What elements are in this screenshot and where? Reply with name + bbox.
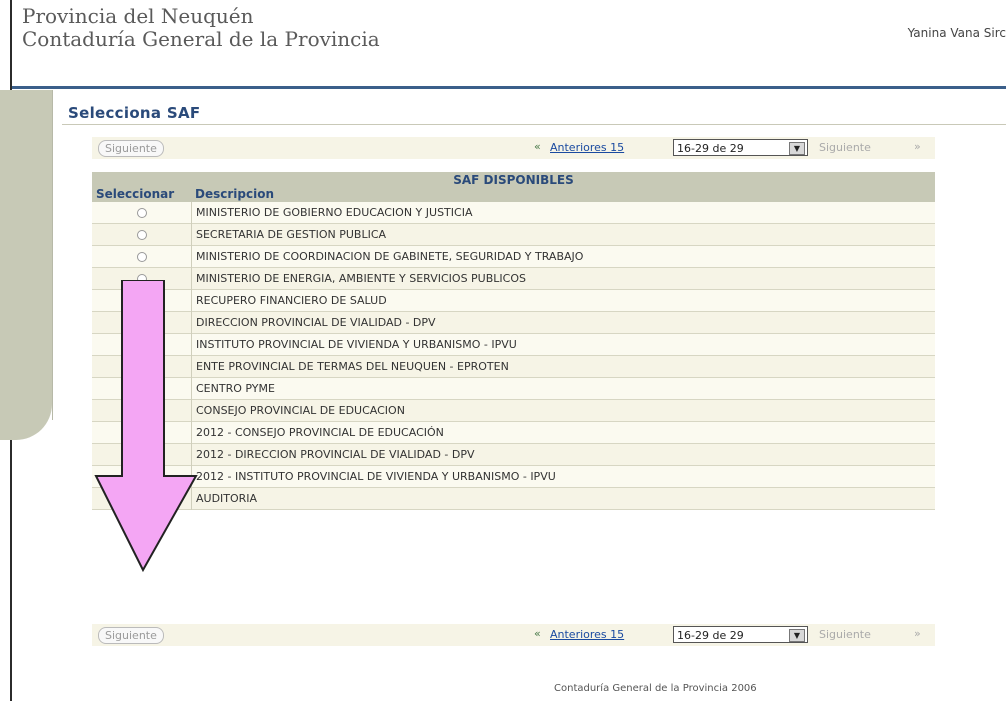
saf-description: ENTE PROVINCIAL DE TERMAS DEL NEUQUEN - …	[196, 360, 509, 373]
saf-description: 2012 - CONSEJO PROVINCIAL DE EDUCACIÓN	[196, 426, 444, 439]
pager-top: Siguiente « Anteriores 15 16-29 de 29 ▼ …	[92, 137, 935, 159]
table-body: MINISTERIO DE GOBIERNO EDUCACION Y JUSTI…	[92, 202, 935, 510]
table-row: SECRETARIA DE GESTION PUBLICA	[92, 224, 935, 246]
down-arrow-annotation	[94, 280, 198, 572]
saf-description: MINISTERIO DE GOBIERNO EDUCACION Y JUSTI…	[196, 206, 473, 219]
previous-page-link[interactable]: Anteriores 15	[550, 628, 624, 641]
range-select[interactable]: 16-29 de 29 ▼	[673, 139, 808, 156]
range-select-value: 16-29 de 29	[677, 629, 744, 642]
saf-description: SECRETARIA DE GESTION PUBLICA	[196, 228, 387, 241]
column-header-select: Seleccionar	[96, 187, 175, 201]
arrow-shape	[94, 280, 198, 572]
sidebar-panel	[0, 90, 52, 440]
previous-page-link[interactable]: Anteriores 15	[550, 141, 624, 154]
select-radio[interactable]	[137, 208, 147, 218]
header-divider	[12, 86, 1006, 89]
double-chevron-left-icon[interactable]: «	[534, 627, 541, 640]
saf-description: RECUPERO FINANCIERO DE SALUD	[196, 294, 387, 307]
table-row: CONSEJO PROVINCIAL DE EDUCACION	[92, 400, 935, 422]
saf-description: CENTRO PYME	[196, 382, 275, 395]
range-select[interactable]: 16-29 de 29 ▼	[673, 626, 808, 643]
saf-description: INSTITUTO PROVINCIAL DE VIVIENDA Y URBAN…	[196, 338, 517, 351]
double-chevron-right-icon: »	[914, 627, 921, 640]
table-row: CENTRO PYME	[92, 378, 935, 400]
select-cell	[92, 224, 192, 246]
table-row: AUDITORIA	[92, 488, 935, 510]
table-row: MINISTERIO DE ENERGIA, AMBIENTE Y SERVIC…	[92, 268, 935, 290]
double-chevron-right-icon: »	[914, 140, 921, 153]
table-row: MINISTERIO DE COORDINACION DE GABINETE, …	[92, 246, 935, 268]
select-radio[interactable]	[137, 230, 147, 240]
sidebar-edge	[52, 90, 53, 420]
org-title-line1: Provincia del Neuquén	[22, 4, 254, 28]
user-name: Yanina Vana Sirc	[907, 26, 1006, 40]
table-group-header: SAF DISPONIBLES	[453, 173, 574, 187]
select-cell	[92, 202, 192, 224]
saf-description: MINISTERIO DE COORDINACION DE GABINETE, …	[196, 250, 584, 263]
saf-description: DIRECCION PROVINCIAL DE VIALIDAD - DPV	[196, 316, 436, 329]
table-row: INSTITUTO PROVINCIAL DE VIVIENDA Y URBAN…	[92, 334, 935, 356]
table-header: SAF DISPONIBLES Seleccionar Descripcion	[92, 172, 935, 202]
table-row: 2012 - CONSEJO PROVINCIAL DE EDUCACIÓN	[92, 422, 935, 444]
saf-description: CONSEJO PROVINCIAL DE EDUCACION	[196, 404, 405, 417]
next-button[interactable]: Siguiente	[98, 627, 164, 644]
chevron-down-icon[interactable]: ▼	[789, 142, 805, 155]
saf-description: 2012 - DIRECCION PROVINCIAL DE VIALIDAD …	[196, 448, 475, 461]
saf-description: MINISTERIO DE ENERGIA, AMBIENTE Y SERVIC…	[196, 272, 526, 285]
table-row: RECUPERO FINANCIERO DE SALUD	[92, 290, 935, 312]
org-title-line2: Contaduría General de la Provincia	[22, 27, 380, 51]
range-select-value: 16-29 de 29	[677, 142, 744, 155]
column-header-description: Descripcion	[195, 187, 274, 201]
table-row: DIRECCION PROVINCIAL DE VIALIDAD - DPV	[92, 312, 935, 334]
saf-table: SAF DISPONIBLES Seleccionar Descripcion …	[92, 172, 935, 510]
table-row: 2012 - DIRECCION PROVINCIAL DE VIALIDAD …	[92, 444, 935, 466]
saf-description: AUDITORIA	[196, 492, 258, 505]
select-cell	[92, 246, 192, 268]
title-divider	[62, 124, 1006, 125]
next-button[interactable]: Siguiente	[98, 140, 164, 157]
chevron-down-icon[interactable]: ▼	[789, 629, 805, 642]
app-header: Provincia del Neuquén Contaduría General…	[12, 0, 1006, 86]
footer-text: Contaduría General de la Provincia 2006	[554, 683, 757, 694]
next-page-text: Siguiente	[819, 141, 871, 154]
table-row: ENTE PROVINCIAL DE TERMAS DEL NEUQUEN - …	[92, 356, 935, 378]
table-row: 2012 - INSTITUTO PROVINCIAL DE VIVIENDA …	[92, 466, 935, 488]
saf-description: 2012 - INSTITUTO PROVINCIAL DE VIVIENDA …	[196, 470, 556, 483]
select-radio[interactable]	[137, 252, 147, 262]
table-row: MINISTERIO DE GOBIERNO EDUCACION Y JUSTI…	[92, 202, 935, 224]
pager-bottom: Siguiente « Anteriores 15 16-29 de 29 ▼ …	[92, 624, 935, 646]
next-page-text: Siguiente	[819, 628, 871, 641]
double-chevron-left-icon[interactable]: «	[534, 140, 541, 153]
page-title: Selecciona SAF	[68, 104, 201, 122]
